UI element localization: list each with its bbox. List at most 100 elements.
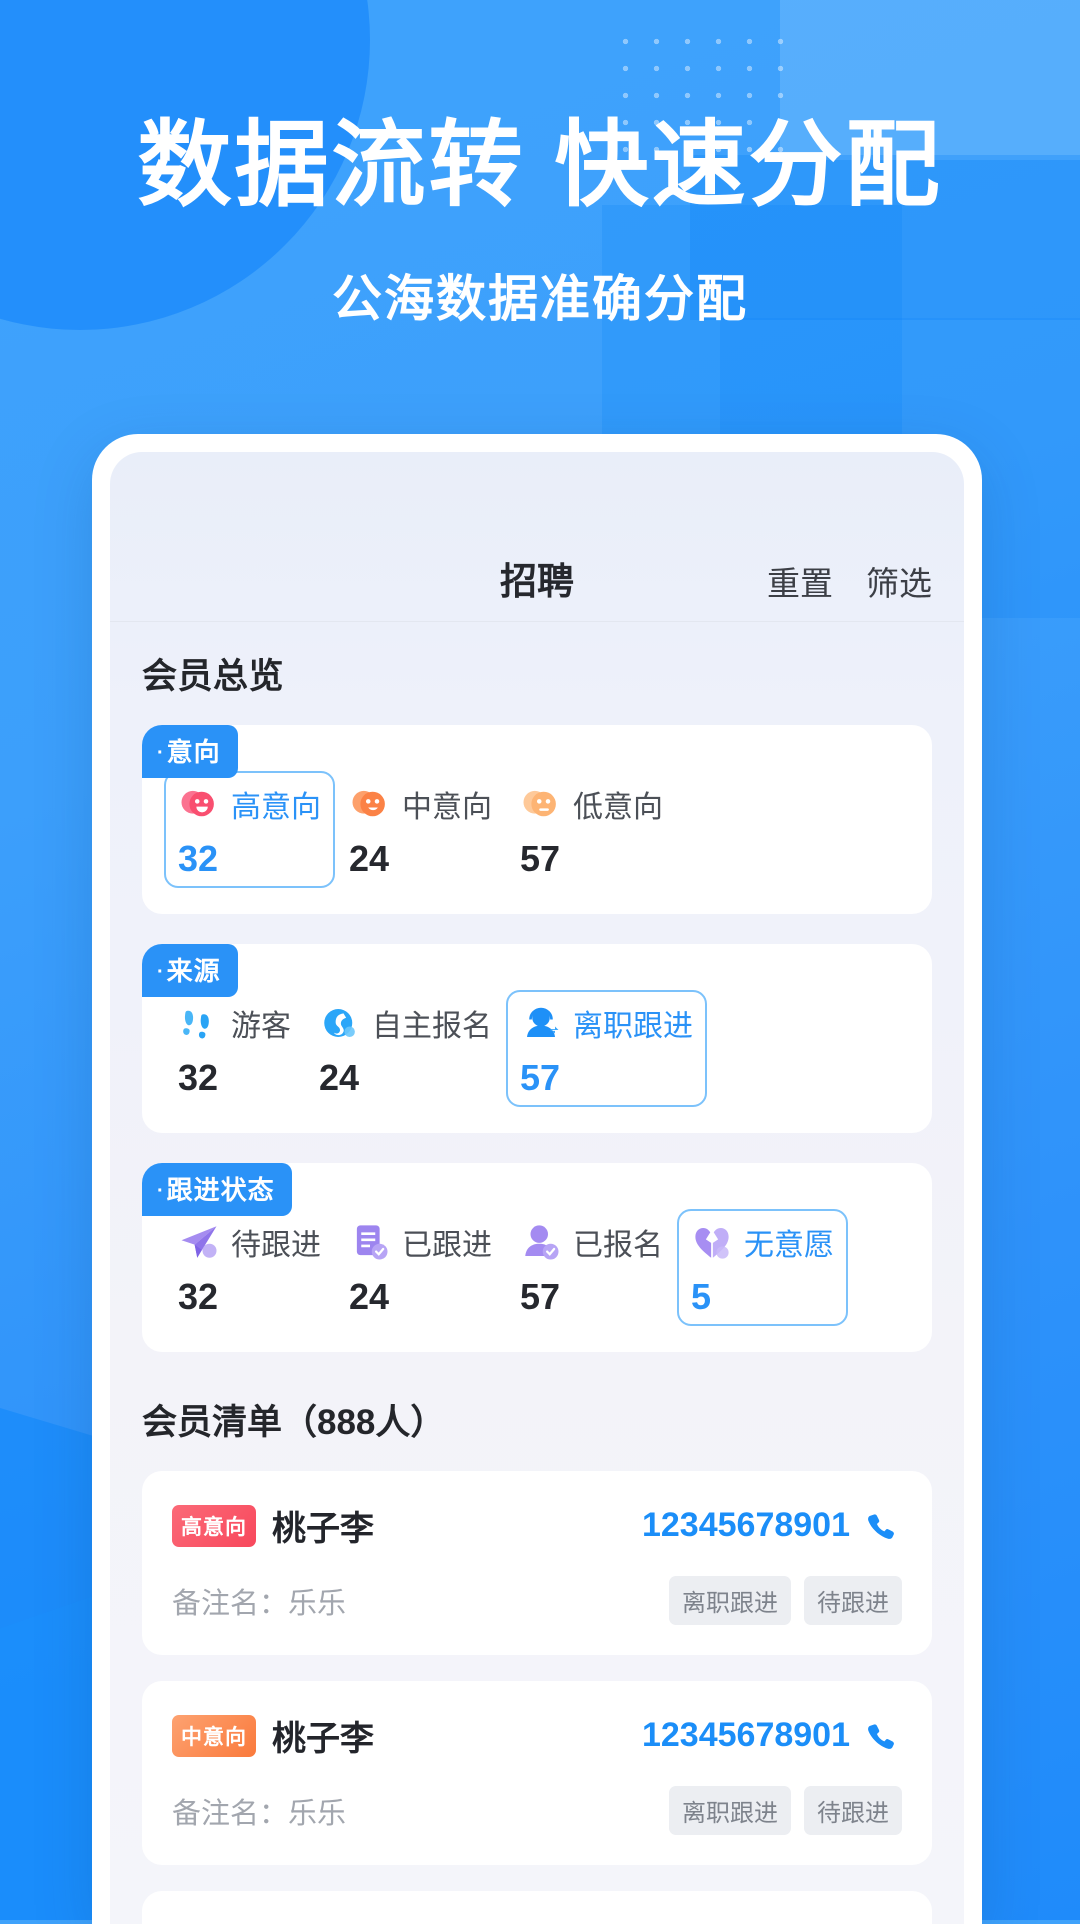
stat-item-离职跟进[interactable]: 离职跟进 57 [506, 990, 707, 1107]
stat-item-已跟进[interactable]: 已跟进 24 [335, 1209, 506, 1326]
user-check-icon [525, 1225, 559, 1260]
stat-value: 32 [178, 1276, 219, 1317]
member-note: 备注名：乐乐 [172, 1797, 347, 1830]
screen-content: 会员总览 ·意向 高意向 32 中意向 24 低意向 57 ·来源 游客 32 自主报名 24 离职跟进… [110, 622, 964, 1924]
smiley-mid-icon [352, 790, 385, 817]
navigation-bar: 招聘 重置 筛选 [110, 452, 964, 622]
call-button[interactable]: 12345678901 [642, 1506, 902, 1545]
stat-head: 游客 [178, 1001, 291, 1045]
stat-row: 游客 32 自主报名 24 离职跟进 57 [164, 990, 910, 1107]
hero-title: 数据流转 快速分配 [137, 112, 943, 217]
music-note-icon [324, 1009, 355, 1037]
phone-call-icon[interactable] [860, 1720, 902, 1752]
stat-item-已报名[interactable]: 已报名 57 [506, 1209, 677, 1326]
stat-label: 高意向 [231, 791, 321, 824]
card-category-tag: ·来源 [142, 944, 238, 997]
intent-badge: 中意向 [172, 1714, 256, 1757]
headset-user-icon [527, 1007, 559, 1037]
nav-actions: 重置 筛选 [767, 557, 932, 605]
stat-label: 待跟进 [231, 1229, 321, 1262]
stat-label: 离职跟进 [573, 1010, 693, 1043]
card-category-tag: ·意向 [142, 725, 238, 778]
stat-label: 已跟进 [402, 1229, 492, 1262]
stat-value: 5 [691, 1276, 712, 1317]
bullet-icon: · [157, 742, 165, 764]
member-tag: 待跟进 [804, 1786, 902, 1835]
member-phone-number: 12345678901 [641, 1716, 850, 1754]
member-note: 备注名：乐乐 [172, 1587, 347, 1620]
phone-mockup-frame: 招聘 重置 筛选 会员总览 ·意向 高意向 32 中意向 24 低意向 57 ·来源 游客 32 自… [92, 434, 982, 1924]
hero-banner: 数据流转 快速分配 公海数据准确分配 [0, 112, 1080, 331]
document-check-icon [356, 1225, 388, 1260]
card-category-label: 跟进状态 [166, 1175, 275, 1205]
stat-label: 无意愿 [744, 1229, 834, 1262]
stat-item-待跟进[interactable]: 待跟进 32 [164, 1209, 335, 1326]
member-tags: 离职跟进 待跟进 [669, 1786, 902, 1835]
overview-card: ·意向 高意向 32 中意向 24 低意向 57 [142, 725, 932, 914]
member-card[interactable]: 中意向 桃子李 12345678901 备注名：乐乐 离职跟进 待跟进 [142, 1681, 932, 1865]
stat-value: 32 [178, 838, 219, 879]
member-list: 高意向 桃子李 12345678901 备注名：乐乐 离职跟进 待跟进 中意向 桃子李 1234… [142, 1471, 932, 1924]
stat-head: 已跟进 [349, 1220, 492, 1264]
phone-screen: 招聘 重置 筛选 会员总览 ·意向 高意向 32 中意向 24 低意向 57 ·来源 游客 32 自… [110, 452, 964, 1924]
stat-item-无意愿[interactable]: 无意愿 5 [677, 1209, 848, 1326]
stat-value: 24 [319, 1057, 360, 1098]
member-phone-number: 12345678901 [641, 1506, 850, 1544]
stat-label: 自主报名 [372, 1010, 492, 1043]
stat-row: 待跟进 32 已跟进 24 已报名 57 无意愿 5 [164, 1209, 910, 1326]
member-tags: 离职跟进 待跟进 [669, 1576, 902, 1625]
stat-value: 32 [178, 1057, 219, 1098]
stat-value: 24 [349, 1276, 390, 1317]
filter-button[interactable]: 筛选 [866, 557, 932, 605]
stat-value: 57 [520, 1057, 561, 1098]
stat-item-自主报名[interactable]: 自主报名 24 [305, 990, 506, 1107]
stat-label: 低意向 [573, 791, 663, 824]
member-name: 桃子李 [272, 1720, 374, 1758]
stat-item-低意向[interactable]: 低意向 57 [506, 771, 677, 888]
overview-card: ·来源 游客 32 自主报名 24 离职跟进 57 [142, 944, 932, 1133]
stat-head: 中意向 [349, 782, 492, 826]
stat-value: 57 [520, 838, 561, 879]
member-secondary-row: 备注名：乐乐 离职跟进 待跟进 [172, 1576, 902, 1625]
member-primary-row: 高意向 桃子李 12345678901 [172, 1501, 902, 1550]
footprints-icon [183, 1010, 209, 1039]
stat-head: 低意向 [520, 782, 663, 826]
card-category-label: 来源 [166, 956, 221, 986]
bullet-icon: · [157, 1180, 165, 1202]
stat-label: 中意向 [402, 791, 492, 824]
stat-head: 无意愿 [691, 1220, 834, 1264]
stat-item-中意向[interactable]: 中意向 24 [335, 771, 506, 888]
stat-head: 待跟进 [178, 1220, 321, 1264]
card-category-tag: ·跟进状态 [142, 1163, 292, 1216]
member-name: 桃子李 [272, 1510, 374, 1548]
bullet-icon: · [157, 961, 165, 983]
stat-head: 已报名 [520, 1220, 663, 1264]
member-primary-row: 中意向 桃子李 12345678901 [172, 1711, 902, 1760]
stat-value: 24 [349, 838, 390, 879]
call-button[interactable]: 12345678901 [642, 1716, 902, 1755]
smiley-low-icon [523, 790, 556, 817]
stat-head: 离职跟进 [520, 1001, 693, 1045]
stat-head: 高意向 [178, 782, 321, 826]
member-tag: 离职跟进 [669, 1576, 791, 1625]
stat-head: 自主报名 [319, 1001, 492, 1045]
intent-badge: 高意向 [172, 1504, 256, 1547]
reset-button[interactable]: 重置 [767, 557, 833, 605]
hero-subtitle: 公海数据准确分配 [332, 271, 748, 328]
overview-heading: 会员总览 [142, 657, 285, 696]
member-secondary-row: 备注名：乐乐 离职跟进 待跟进 [172, 1786, 902, 1835]
member-tag: 离职跟进 [669, 1786, 791, 1835]
stat-item-游客[interactable]: 游客 32 [164, 990, 305, 1107]
overview-card: ·跟进状态待跟进 32 已跟进 24 已报名 57 无意愿 5 [142, 1163, 932, 1352]
member-card[interactable]: 低意向桃子李12345678901备注名：乐乐离职跟进待跟进 [142, 1891, 932, 1924]
phone-call-icon[interactable] [860, 1510, 902, 1542]
paper-plane-icon [181, 1226, 217, 1258]
overview-cards: ·意向 高意向 32 中意向 24 低意向 57 ·来源 游客 32 自主报名 24 离职跟进 57 ·跟进… [142, 725, 932, 1352]
smiley-high-icon [181, 790, 214, 817]
stat-item-高意向[interactable]: 高意向 32 [164, 771, 335, 888]
member-card[interactable]: 高意向 桃子李 12345678901 备注名：乐乐 离职跟进 待跟进 [142, 1471, 932, 1655]
card-category-label: 意向 [166, 737, 221, 767]
stat-label: 游客 [231, 1010, 291, 1043]
broken-heart-icon [695, 1228, 729, 1259]
stat-value: 57 [520, 1276, 561, 1317]
